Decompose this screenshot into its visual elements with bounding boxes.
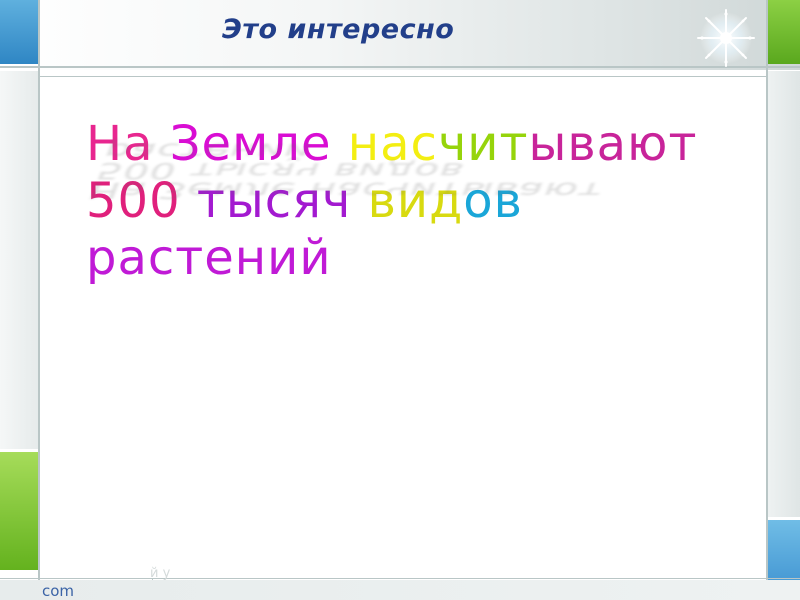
footer-divider-line xyxy=(0,578,800,579)
text-reflection: На Земле насчитывают 500 тысяч видов рас… xyxy=(84,138,622,203)
right-panel xyxy=(768,71,800,517)
footer-faint-text: й у xyxy=(150,566,171,581)
footer-text: com xyxy=(42,582,75,600)
left-panel xyxy=(0,71,38,449)
header-divider-thin xyxy=(0,76,800,77)
page-title: Это интересно xyxy=(222,14,455,45)
reflection-line: На Земле насчитывают xyxy=(84,177,608,203)
sparkle-icon xyxy=(697,9,755,67)
footer-bar xyxy=(0,580,800,600)
text-segment: растений xyxy=(86,230,332,286)
green-square-bottom-left xyxy=(0,452,38,570)
content-line-3: растений xyxy=(86,230,697,287)
left-divider xyxy=(38,0,40,600)
green-square-top-right xyxy=(768,0,800,64)
header-divider xyxy=(0,66,800,68)
blue-square-top-left xyxy=(0,0,38,64)
